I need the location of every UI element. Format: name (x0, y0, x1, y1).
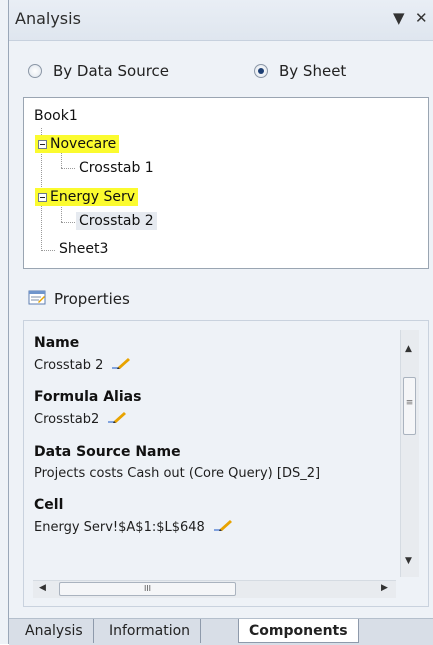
tab-analysis[interactable]: Analysis (15, 619, 94, 643)
panel-header: Analysis ▼ ✕ (9, 0, 433, 41)
horizontal-scroll-thumb[interactable]: III (59, 582, 236, 596)
by-sheet-radio[interactable]: By Sheet (254, 62, 346, 80)
analysis-panel: Analysis ▼ ✕ By Data Source By Sheet Boo… (0, 0, 433, 645)
tree-node-energy-serv[interactable]: Energy Serv (35, 188, 139, 206)
panel-title: Analysis (15, 9, 81, 28)
scroll-right-icon[interactable]: ▶ (381, 583, 388, 593)
prop-value-text: Energy Serv!$A$1:$L$648 (34, 519, 205, 535)
grip-icon: ≡ (405, 398, 414, 408)
properties-label: Properties (54, 290, 130, 308)
vertical-scroll-thumb[interactable]: ≡ (403, 377, 416, 435)
tab-information[interactable]: Information (99, 619, 202, 643)
pencil-icon[interactable] (213, 519, 235, 535)
prop-value-formula-alias[interactable]: Crosstab2 (34, 411, 129, 427)
collapse-icon[interactable] (38, 139, 47, 149)
pencil-icon[interactable] (111, 357, 133, 373)
tree-node-crosstab-2[interactable]: Crosstab 2 (76, 212, 157, 230)
prop-value-cell[interactable]: Energy Serv!$A$1:$L$648 (34, 519, 235, 535)
prop-value-text: Crosstab2 (34, 411, 100, 427)
prop-value-name[interactable]: Crosstab 2 (34, 357, 133, 373)
radio-circle-checked[interactable] (254, 64, 268, 78)
tree-node-sheet3[interactable]: Sheet3 (59, 241, 108, 257)
prop-name-data-source-name: Data Source Name (34, 444, 181, 460)
tree-node-novecare[interactable]: Novecare (35, 135, 120, 153)
radio-label: By Sheet (279, 62, 347, 80)
tree-connector (41, 250, 55, 251)
scroll-left-icon[interactable]: ◀ (39, 583, 46, 593)
prop-name-formula-alias: Formula Alias (34, 389, 142, 405)
scroll-down-icon[interactable]: ▼ (405, 556, 412, 566)
view-mode-radio-group: By Data Source By Sheet (28, 62, 428, 86)
dropdown-icon[interactable]: ▼ (393, 9, 405, 27)
tree-node-label: Energy Serv (50, 189, 136, 205)
by-data-source-radio[interactable]: By Data Source (28, 62, 169, 80)
properties-horizontal-scrollbar[interactable]: ◀ III ▶ (33, 580, 396, 598)
tree-connector (61, 222, 75, 223)
tree-root-book1[interactable]: Book1 (34, 108, 78, 124)
radio-label: By Data Source (53, 62, 170, 80)
collapse-icon[interactable] (38, 192, 47, 202)
sheet-tree: Book1 Novecare Crosstab 1 Energy Serv Cr… (23, 97, 429, 269)
scroll-up-icon[interactable]: ▲ (405, 344, 412, 354)
properties-icon (28, 288, 46, 310)
close-icon[interactable]: ✕ (415, 9, 428, 27)
prop-name-name: Name (34, 335, 80, 351)
pencil-icon[interactable] (107, 411, 129, 427)
bottom-tab-bar: Analysis Information Components (9, 618, 433, 645)
tree-node-label: Novecare (50, 136, 117, 152)
properties-grid: Name Crosstab 2 Formula Alias Crosstab2 (23, 320, 429, 607)
panel-left-border (8, 0, 9, 644)
properties-header: Properties (28, 288, 130, 310)
tree-connector (61, 153, 62, 168)
prop-value-data-source-name[interactable]: Projects costs Cash out (Core Query) [DS… (34, 466, 320, 481)
radio-circle[interactable] (28, 64, 42, 78)
prop-value-text: Crosstab 2 (34, 357, 104, 373)
tab-components[interactable]: Components (238, 619, 359, 643)
tree-node-crosstab-1[interactable]: Crosstab 1 (79, 160, 154, 176)
tree-connector (61, 168, 75, 169)
properties-vertical-scrollbar[interactable]: ▲ ≡ ▼ (400, 330, 419, 577)
prop-name-cell: Cell (34, 497, 64, 513)
